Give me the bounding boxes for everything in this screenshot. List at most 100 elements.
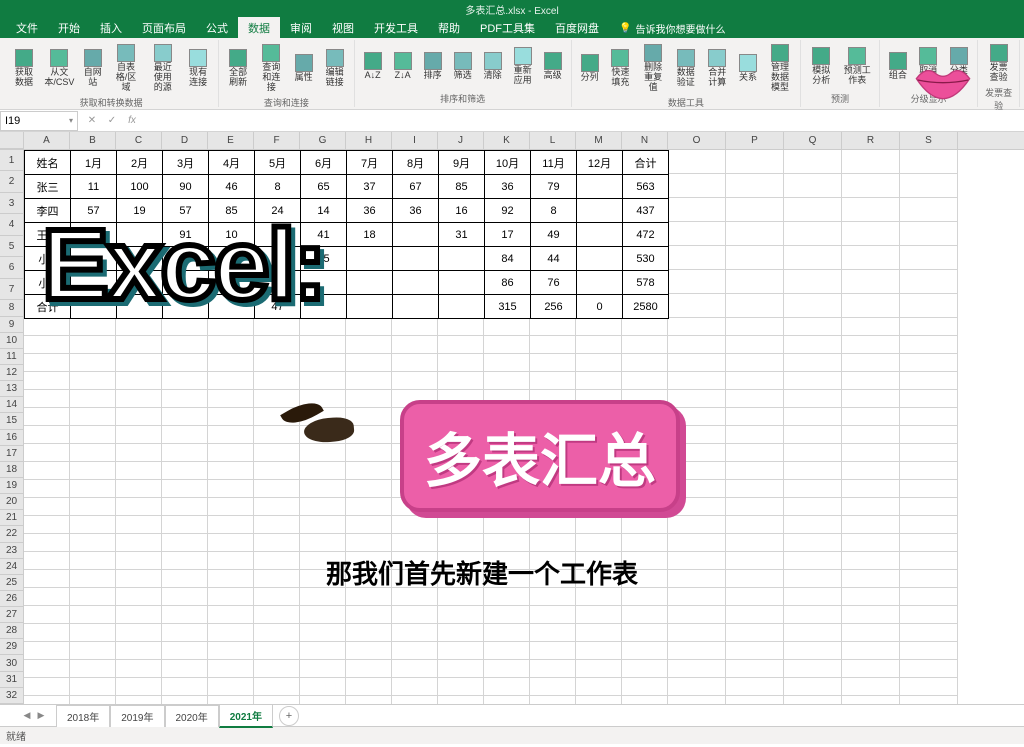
cell-K25[interactable] — [484, 624, 530, 642]
cell-Q13[interactable] — [784, 408, 842, 426]
cell-S13[interactable] — [900, 408, 958, 426]
table-cell[interactable]: 563 — [623, 175, 669, 199]
cell-A24[interactable] — [24, 606, 70, 624]
ribbon-tab-文件[interactable]: 文件 — [6, 17, 48, 39]
cell-P14[interactable] — [726, 426, 784, 444]
cell-D25[interactable] — [162, 624, 208, 642]
row-header-3[interactable]: 3 — [0, 193, 24, 214]
col-header-S[interactable]: S — [900, 132, 958, 149]
table-cell[interactable] — [209, 271, 255, 295]
cell-H17[interactable] — [346, 480, 392, 498]
cell-M10[interactable] — [576, 354, 622, 372]
cell-P1[interactable] — [726, 150, 784, 174]
table-cell[interactable]: 36 — [393, 199, 439, 223]
row-header-31[interactable]: 31 — [0, 672, 24, 688]
cell-E22[interactable] — [208, 570, 254, 588]
col-header-R[interactable]: R — [842, 132, 900, 149]
table-cell[interactable]: 37 — [347, 175, 393, 199]
row-header-2[interactable]: 2 — [0, 171, 24, 192]
cell-K22[interactable] — [484, 570, 530, 588]
cell-I15[interactable] — [392, 444, 438, 462]
cell-G18[interactable] — [300, 498, 346, 516]
cell-H29[interactable] — [346, 696, 392, 704]
cell-R8[interactable] — [842, 318, 900, 336]
cell-C20[interactable] — [116, 534, 162, 552]
cell-H20[interactable] — [346, 534, 392, 552]
table-cell[interactable] — [577, 223, 623, 247]
cell-D16[interactable] — [162, 462, 208, 480]
table-cell[interactable]: 44 — [531, 247, 577, 271]
cell-E13[interactable] — [208, 408, 254, 426]
cell-D10[interactable] — [162, 354, 208, 372]
cell-J12[interactable] — [438, 390, 484, 408]
cell-D29[interactable] — [162, 696, 208, 704]
cell-Q16[interactable] — [784, 462, 842, 480]
table-cell[interactable]: 11 — [71, 175, 117, 199]
table-header-cell[interactable]: 1月 — [71, 151, 117, 175]
cell-S25[interactable] — [900, 624, 958, 642]
cell-P7[interactable] — [726, 294, 784, 318]
cell-L10[interactable] — [530, 354, 576, 372]
cell-P19[interactable] — [726, 516, 784, 534]
cell-A27[interactable] — [24, 660, 70, 678]
table-header-cell[interactable]: 12月 — [577, 151, 623, 175]
cell-N12[interactable] — [622, 390, 668, 408]
cell-D19[interactable] — [162, 516, 208, 534]
table-cell[interactable]: 90 — [163, 175, 209, 199]
cell-C11[interactable] — [116, 372, 162, 390]
cell-N17[interactable] — [622, 480, 668, 498]
table-cell[interactable]: 24 — [255, 199, 301, 223]
cell-J20[interactable] — [438, 534, 484, 552]
cell-C22[interactable] — [116, 570, 162, 588]
cell-L18[interactable] — [530, 498, 576, 516]
cell-A20[interactable] — [24, 534, 70, 552]
cell-L20[interactable] — [530, 534, 576, 552]
cell-R26[interactable] — [842, 642, 900, 660]
cell-O9[interactable] — [668, 336, 726, 354]
cell-J15[interactable] — [438, 444, 484, 462]
cell-Q14[interactable] — [784, 426, 842, 444]
cell-K9[interactable] — [484, 336, 530, 354]
row-header-12[interactable]: 12 — [0, 365, 24, 381]
table-cell[interactable] — [393, 271, 439, 295]
cell-J22[interactable] — [438, 570, 484, 588]
cell-M23[interactable] — [576, 588, 622, 606]
cell-J14[interactable] — [438, 426, 484, 444]
table-cell[interactable]: 36 — [485, 175, 531, 199]
cell-E25[interactable] — [208, 624, 254, 642]
cell-R2[interactable] — [842, 174, 900, 198]
cell-A25[interactable] — [24, 624, 70, 642]
cell-P22[interactable] — [726, 570, 784, 588]
cell-J17[interactable] — [438, 480, 484, 498]
table-header-cell[interactable]: 6月 — [301, 151, 347, 175]
cell-E8[interactable] — [208, 318, 254, 336]
table-cell[interactable] — [393, 247, 439, 271]
ribbon-tab-数据[interactable]: 数据 — [238, 17, 280, 39]
cell-C21[interactable] — [116, 552, 162, 570]
cell-I23[interactable] — [392, 588, 438, 606]
row-header-20[interactable]: 20 — [0, 494, 24, 510]
cell-O2[interactable] — [668, 174, 726, 198]
cell-S9[interactable] — [900, 336, 958, 354]
cell-F20[interactable] — [254, 534, 300, 552]
cell-N23[interactable] — [622, 588, 668, 606]
row-header-30[interactable]: 30 — [0, 655, 24, 671]
col-header-E[interactable]: E — [208, 132, 254, 149]
cell-S16[interactable] — [900, 462, 958, 480]
cell-D13[interactable] — [162, 408, 208, 426]
cell-C17[interactable] — [116, 480, 162, 498]
cells-area[interactable]: 姓名1月2月3月4月5月6月7月8月9月10月11月12月合计张三1110090… — [24, 150, 1024, 704]
row-header-32[interactable]: 32 — [0, 688, 24, 704]
cell-S14[interactable] — [900, 426, 958, 444]
cell-A18[interactable] — [24, 498, 70, 516]
cell-N25[interactable] — [622, 624, 668, 642]
cell-C8[interactable] — [116, 318, 162, 336]
col-header-N[interactable]: N — [622, 132, 668, 149]
table-header-cell[interactable]: 5月 — [255, 151, 301, 175]
cell-H9[interactable] — [346, 336, 392, 354]
cell-N28[interactable] — [622, 678, 668, 696]
ribbon-btn-属性[interactable]: 属性 — [290, 42, 318, 95]
cell-F29[interactable] — [254, 696, 300, 704]
cell-E19[interactable] — [208, 516, 254, 534]
ribbon-btn-取消组合[interactable]: 取消组合 — [914, 42, 943, 91]
